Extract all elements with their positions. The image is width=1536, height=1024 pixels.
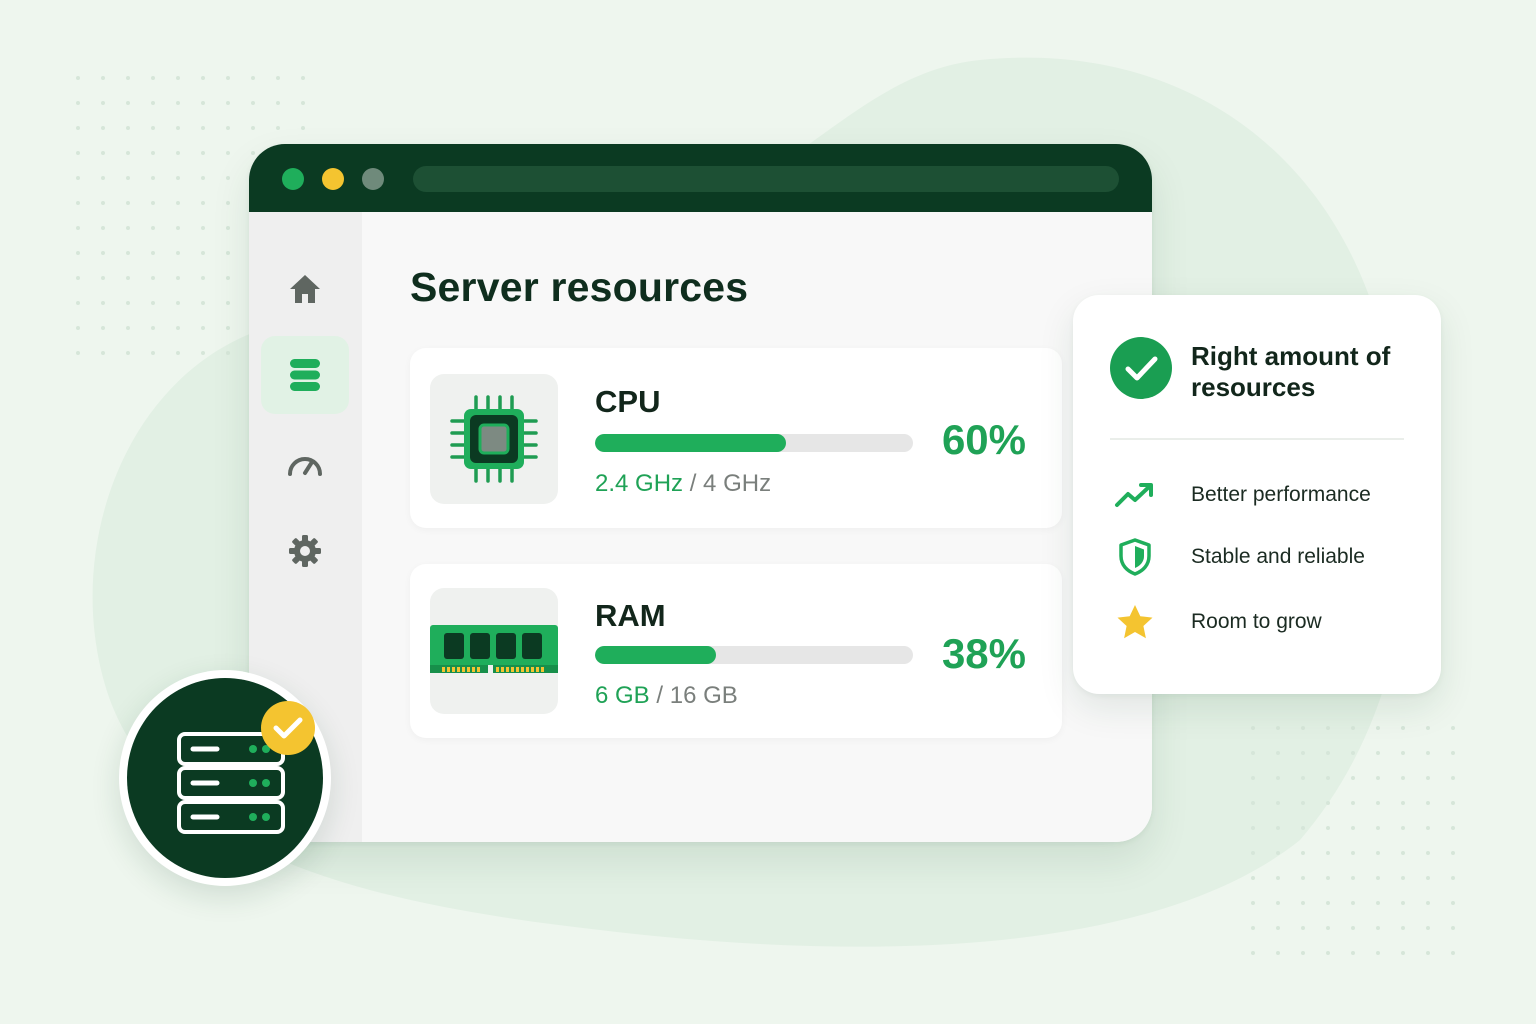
resource-label: RAM [595, 598, 666, 633]
window-minimize-dot[interactable] [322, 168, 344, 190]
usage-bar [595, 646, 913, 664]
benefit-label: Better performance [1191, 483, 1371, 506]
resource-label: CPU [595, 384, 661, 419]
gear-icon [289, 535, 321, 567]
usage-percent: 60% [941, 416, 1026, 463]
check-icon [261, 701, 315, 755]
divider [1110, 438, 1404, 440]
benefits-panel: Right amount of resources Better perform… [1073, 295, 1441, 694]
ram-icon-tile [430, 588, 558, 714]
usage-separator: / [683, 470, 704, 497]
usage-total: 4 GHz [703, 470, 772, 497]
home-icon [290, 275, 320, 303]
benefit-label: Stable and reliable [1191, 545, 1365, 568]
ram-module-icon [430, 625, 558, 675]
usage-detail: 6 GB / 16 GB [595, 682, 738, 710]
sidebar-item-home[interactable] [261, 250, 349, 328]
resource-card-cpu[interactable]: CPU 2.4 GHz / 4 GHz 60% [410, 348, 1062, 528]
trend-up-icon [1110, 475, 1160, 515]
usage-used: 6 GB [595, 682, 650, 709]
usage-bar-fill [595, 434, 786, 452]
usage-detail: 2.4 GHz / 4 GHz [595, 470, 771, 498]
browser-window: Server resources CPU 2.4 GHz / 4 GHz 60%… [249, 144, 1152, 842]
star-icon [1110, 602, 1160, 642]
shield-check-icon [1110, 537, 1160, 577]
window-maximize-dot[interactable] [362, 168, 384, 190]
address-bar[interactable] [413, 166, 1119, 192]
resource-card-ram[interactable]: RAM 6 GB / 16 GB 38% [410, 564, 1062, 738]
cpu-chip-icon [450, 395, 538, 483]
illustration-stage: Server resources CPU 2.4 GHz / 4 GHz 60%… [0, 0, 1536, 1024]
server-badge [119, 670, 331, 886]
cpu-icon-tile [430, 374, 558, 504]
usage-total: 16 GB [669, 682, 738, 709]
sidebar-item-servers[interactable] [261, 336, 349, 414]
gauge-icon [288, 457, 322, 476]
benefit-item: Stable and reliable [1110, 537, 1420, 577]
benefit-item: Better performance [1110, 475, 1420, 515]
benefit-label: Room to grow [1191, 610, 1322, 633]
usage-bar [595, 434, 913, 452]
server-stack-icon [290, 359, 320, 391]
window-titlebar [249, 144, 1152, 212]
window-close-dot[interactable] [282, 168, 304, 190]
benefits-title: Right amount of resources [1191, 341, 1391, 402]
main-content: Server resources CPU 2.4 GHz / 4 GHz 60%… [362, 212, 1152, 842]
usage-separator: / [649, 682, 670, 709]
sidebar-item-performance[interactable] [261, 424, 349, 502]
usage-used: 2.4 GHz [595, 470, 684, 497]
page-title: Server resources [410, 264, 749, 310]
usage-percent: 38% [941, 630, 1026, 677]
check-circle-icon [1110, 337, 1172, 404]
benefit-item: Room to grow [1110, 602, 1420, 642]
sidebar-item-settings[interactable] [261, 512, 349, 590]
usage-bar-fill [595, 646, 716, 664]
